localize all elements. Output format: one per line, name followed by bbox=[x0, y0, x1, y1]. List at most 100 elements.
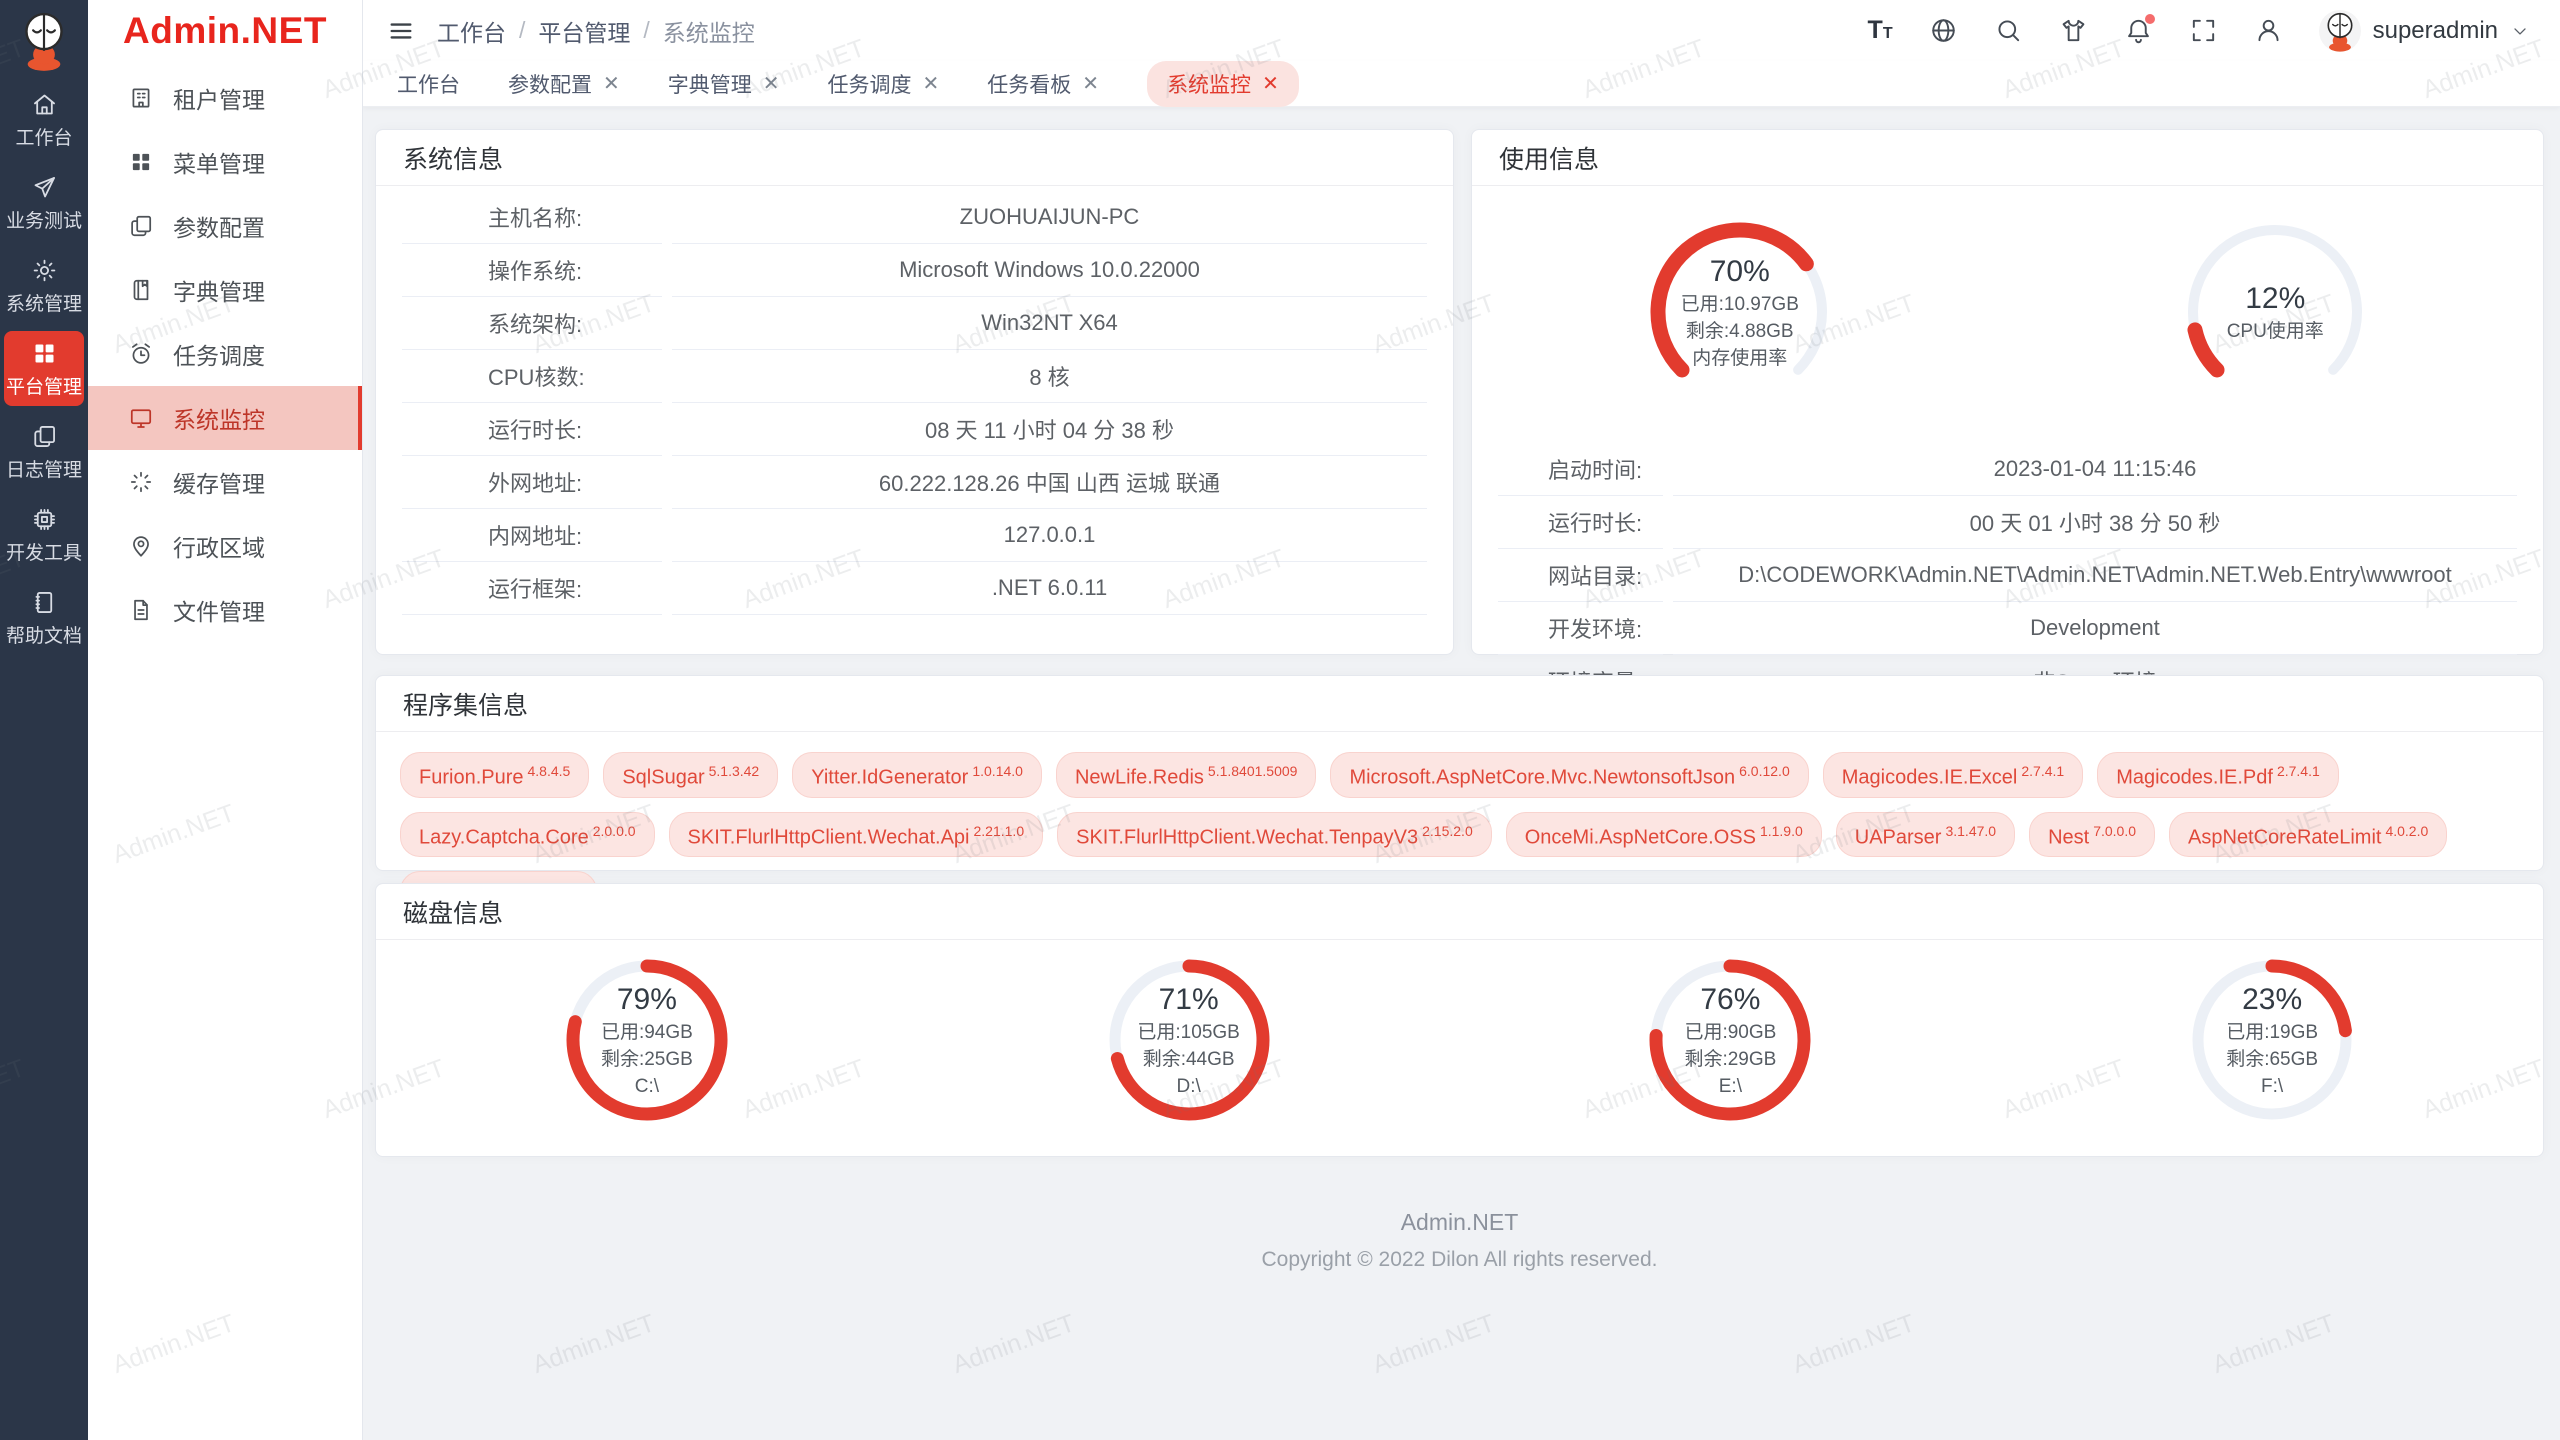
rail-item-1[interactable]: 业务测试 bbox=[4, 165, 84, 240]
package-version: 2.0.0.0 bbox=[593, 823, 636, 839]
icon-rail: 工作台业务测试系统管理平台管理日志管理开发工具帮助文档 bbox=[0, 0, 88, 1440]
rail-item-5[interactable]: 开发工具 bbox=[4, 497, 84, 572]
disk-e-chart: 76%已用:90GB剩余:29GBE:\ bbox=[1644, 954, 1816, 1126]
tab-close-icon[interactable]: ✕ bbox=[603, 74, 620, 94]
system-info-row-2: 系统架构:Win32NT X64 bbox=[402, 297, 1427, 350]
disk-d-labels: 71%已用:105GB剩余:44GBD:\ bbox=[1103, 954, 1275, 1126]
sidebar-item-8[interactable]: 文件管理 bbox=[88, 578, 362, 642]
sidebar-item-4[interactable]: 任务调度 bbox=[88, 322, 362, 386]
rail-item-0[interactable]: 工作台 bbox=[4, 82, 84, 157]
package-name: Magicodes.IE.Pdf bbox=[2116, 767, 2273, 789]
package-version: 4.0.2.0 bbox=[2385, 823, 2428, 839]
ring-line: E:\ bbox=[1719, 1073, 1742, 1100]
system-info-row-0: 主机名称:ZUOHUAIJUN-PC bbox=[402, 191, 1427, 244]
rail-item-label: 工作台 bbox=[15, 123, 72, 150]
sidebar-item-2[interactable]: 参数配置 bbox=[88, 194, 362, 258]
package-badge-13: AspNetCoreRateLimit4.0.2.0 bbox=[2169, 812, 2447, 858]
system-info-row-1: 操作系统:Microsoft Windows 10.0.22000 bbox=[402, 244, 1427, 297]
font-size-icon[interactable]: TT bbox=[1868, 18, 1893, 43]
sidebar-item-label: 字典管理 bbox=[173, 273, 265, 307]
system-info-value: .NET 6.0.11 bbox=[672, 562, 1427, 615]
rail-item-label: 开发工具 bbox=[6, 538, 82, 565]
package-version: 2.21.1.0 bbox=[974, 823, 1025, 839]
system-info-row-5: 外网地址:60.222.128.26 中国 山西 运城 联通 bbox=[402, 456, 1427, 509]
sidebar-item-1[interactable]: 菜单管理 bbox=[88, 130, 362, 194]
sidebar-item-3[interactable]: 字典管理 bbox=[88, 258, 362, 322]
mascot-logo-icon[interactable] bbox=[15, 8, 73, 72]
copy-icon bbox=[31, 423, 58, 450]
tab-1[interactable]: 参数配置✕ bbox=[508, 69, 620, 99]
theme-icon[interactable] bbox=[2059, 16, 2088, 45]
tab-4[interactable]: 任务看板 ✕ bbox=[987, 69, 1099, 99]
breadcrumb-item-1[interactable]: 平台管理 bbox=[538, 14, 630, 48]
ring-line: 已用:10.97GB bbox=[1681, 291, 1799, 318]
disk-d-chart: 71%已用:105GB剩余:44GBD:\ bbox=[1103, 954, 1275, 1126]
monitor-icon bbox=[128, 405, 154, 431]
usage-info-row-2: 网站目录:D:\CODEWORK\Admin.NET\Admin.NET\Adm… bbox=[1498, 549, 2517, 602]
search-icon[interactable] bbox=[1994, 16, 2023, 45]
system-info-row-3: CPU核数:8 核 bbox=[402, 350, 1427, 403]
system-info-value: 8 核 bbox=[672, 350, 1427, 403]
tab-close-icon[interactable]: ✕ bbox=[763, 74, 780, 94]
package-badge-6: Magicodes.IE.Pdf2.7.4.1 bbox=[2097, 752, 2339, 798]
rail-item-2[interactable]: 系统管理 bbox=[4, 248, 84, 323]
tab-3[interactable]: 任务调度✕ bbox=[828, 69, 940, 99]
sidebar-item-label: 菜单管理 bbox=[173, 145, 265, 179]
package-name: Nest bbox=[2048, 826, 2089, 848]
memory-usage-labels: 70%已用:10.97GB剩余:4.88GB内存使用率 bbox=[1642, 214, 1838, 410]
disk-e-slot: 76%已用:90GB剩余:29GBE:\ bbox=[1460, 954, 2002, 1126]
breadcrumb-separator: / bbox=[643, 17, 649, 44]
rail-item-6[interactable]: 帮助文档 bbox=[4, 580, 84, 655]
usage-info-label: 启动时间: bbox=[1498, 443, 1663, 496]
profile-icon[interactable] bbox=[2254, 16, 2283, 45]
breadcrumb-item-2: 系统监控 bbox=[663, 14, 755, 48]
ring-line: 剩余:25GB bbox=[601, 1046, 693, 1073]
app-logo-text[interactable]: Admin.NET bbox=[88, 0, 362, 62]
ring-line: 已用:19GB bbox=[2226, 1019, 2318, 1046]
rail-item-label: 日志管理 bbox=[6, 455, 82, 482]
page-footer: Admin.NET Copyright © 2022 Dilon All rig… bbox=[375, 1209, 2544, 1272]
breadcrumb-item-0[interactable]: 工作台 bbox=[437, 14, 506, 48]
tab-2[interactable]: 字典管理✕ bbox=[668, 69, 780, 99]
sidebar-item-0[interactable]: 租户管理 bbox=[88, 66, 362, 130]
breadcrumb: 工作台/平台管理/系统监控 bbox=[437, 14, 755, 48]
package-badge-0: Furion.Pure4.8.4.5 bbox=[400, 752, 589, 798]
tab-close-icon[interactable]: ✕ bbox=[1082, 74, 1099, 94]
rail-item-4[interactable]: 日志管理 bbox=[4, 414, 84, 489]
system-info-value: ZUOHUAIJUN-PC bbox=[672, 191, 1427, 244]
usage-info-value: 2023-01-04 11:15:46 bbox=[1673, 443, 2517, 496]
package-badge-5: Magicodes.IE.Excel2.7.4.1 bbox=[1823, 752, 2083, 798]
tab-close-icon[interactable]: ✕ bbox=[1262, 74, 1279, 94]
tab-label: 任务看板 bbox=[987, 69, 1071, 99]
package-badge-9: SKIT.FlurlHttpClient.Wechat.TenpayV32.15… bbox=[1057, 812, 1492, 858]
user-menu[interactable]: superadmin bbox=[2319, 10, 2530, 52]
ring-line: F:\ bbox=[2261, 1073, 2283, 1100]
notification-icon[interactable] bbox=[2124, 16, 2153, 45]
sidebar-item-7[interactable]: 行政区域 bbox=[88, 514, 362, 578]
rail-item-label: 平台管理 bbox=[6, 372, 82, 399]
tab-0[interactable]: 工作台 bbox=[397, 69, 460, 99]
system-info-panel: 系统信息 主机名称:ZUOHUAIJUN-PC操作系统:Microsoft Wi… bbox=[375, 129, 1454, 655]
package-name: Yitter.IdGenerator bbox=[811, 767, 968, 789]
sidebar-item-6[interactable]: 缓存管理 bbox=[88, 450, 362, 514]
tab-close-icon[interactable]: ✕ bbox=[923, 74, 940, 94]
rail-item-3[interactable]: 平台管理 bbox=[4, 331, 84, 406]
package-version: 5.1.3.42 bbox=[709, 763, 760, 779]
collapse-menu-icon[interactable] bbox=[387, 17, 415, 45]
language-icon[interactable] bbox=[1929, 16, 1958, 45]
avatar bbox=[2319, 10, 2361, 52]
package-name: Furion.Pure bbox=[419, 767, 524, 789]
usage-info-row-0: 启动时间:2023-01-04 11:15:46 bbox=[1498, 443, 2517, 496]
cpu-usage-chart: 12%CPU使用率 bbox=[2177, 214, 2373, 410]
package-name: Lazy.Captcha.Core bbox=[419, 826, 589, 848]
ring-line: 已用:90GB bbox=[1684, 1019, 1776, 1046]
tab-5[interactable]: 系统监控✕ bbox=[1147, 61, 1299, 107]
package-name: UAParser bbox=[1855, 826, 1942, 848]
memory-usage-percent: 70% bbox=[1710, 253, 1770, 291]
package-badge-7: Lazy.Captcha.Core2.0.0.0 bbox=[400, 812, 655, 858]
system-info-title: 系统信息 bbox=[376, 130, 1453, 186]
package-version: 5.1.8401.5009 bbox=[1208, 763, 1298, 779]
fullscreen-icon[interactable] bbox=[2189, 16, 2218, 45]
sidebar-item-5[interactable]: 系统监控 bbox=[88, 386, 362, 450]
assemblies-title: 程序集信息 bbox=[376, 676, 2543, 732]
